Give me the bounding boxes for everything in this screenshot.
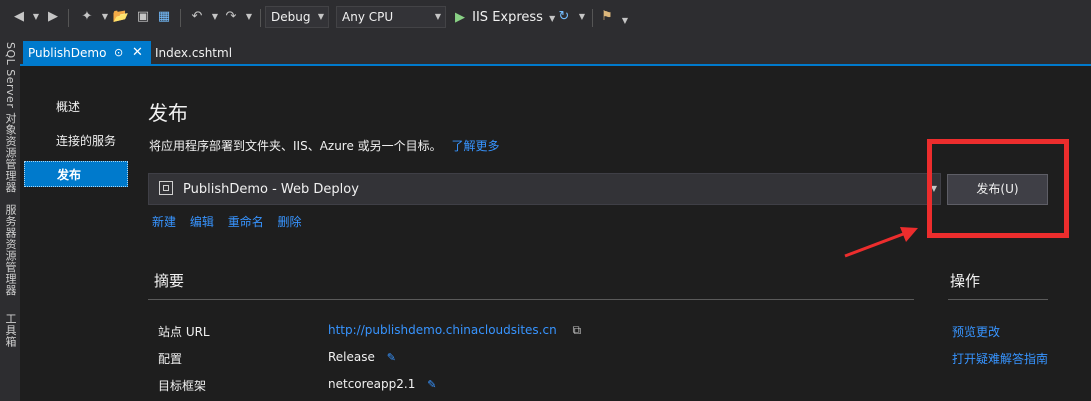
nav-item-connected-services[interactable]: 连接的服务 — [24, 128, 128, 154]
configuration-setting: Release — [328, 350, 375, 364]
chevron-down-icon[interactable]: ▼ — [573, 8, 591, 26]
find-in-files-icon[interactable]: ⚑ — [598, 8, 616, 26]
troubleshooting-guide-link[interactable]: 打开疑难解答指南 — [952, 350, 1048, 367]
tab-publishdemo[interactable]: PublishDemo ⊙ ✕ — [23, 41, 151, 66]
chevron-down-icon: ▼ — [317, 12, 324, 21]
open-folder-icon[interactable]: 📂 — [112, 8, 130, 26]
target-framework-label: 目标框架 — [158, 379, 207, 393]
vertical-scrollbar[interactable] — [1077, 66, 1091, 401]
play-icon: ▶ — [455, 10, 465, 25]
nav-item-publish[interactable]: 发布 — [24, 161, 128, 187]
page-description: 将应用程序部署到文件夹、IIS、Azure 或另一个目标。 了解更多 — [149, 137, 500, 154]
toolbar-separator — [68, 9, 69, 27]
new-project-icon[interactable]: ✦ — [78, 8, 96, 26]
tab-index-cshtml[interactable]: Index.cshtml — [155, 41, 232, 66]
page-title: 发布 — [148, 101, 188, 125]
document-tab-bar: PublishDemo ⊙ ✕ Index.cshtml — [20, 38, 1091, 66]
toolbar-separator — [180, 9, 181, 27]
save-all-icon[interactable]: ▦ — [155, 8, 173, 26]
copy-icon[interactable]: ⧉ — [573, 323, 582, 337]
toolbar-separator — [592, 9, 593, 27]
forward-icon[interactable]: ▶ — [44, 8, 62, 26]
configuration-row: Release ✎ — [328, 350, 396, 364]
publish-profile-dropdown[interactable]: PublishDemo - Web Deploy ▼ — [148, 173, 941, 205]
pin-icon[interactable]: ⊙ — [114, 41, 123, 65]
site-url-row: http://publishdemo.chinacloudsites.cn ⧉ — [328, 323, 581, 338]
highlight-box — [927, 139, 1069, 238]
tab-underline — [20, 64, 1091, 66]
save-icon[interactable]: ▣ — [134, 8, 152, 26]
web-deploy-icon — [159, 181, 173, 195]
chevron-down-icon[interactable]: ▼ — [240, 8, 258, 26]
refresh-icon[interactable]: ↻ — [555, 8, 573, 26]
undo-icon[interactable]: ↶ — [188, 8, 206, 26]
nav-item-overview[interactable]: 概述 — [24, 94, 128, 120]
rename-profile-link[interactable]: 重命名 — [228, 215, 264, 229]
tab-label: PublishDemo — [28, 46, 107, 60]
description-text: 将应用程序部署到文件夹、IIS、Azure 或另一个目标。 — [149, 139, 442, 153]
toolbar-separator — [260, 9, 261, 27]
edit-profile-link[interactable]: 编辑 — [190, 215, 214, 229]
site-url-link[interactable]: http://publishdemo.chinacloudsites.cn — [328, 323, 557, 337]
operations-heading: 操作 — [950, 272, 981, 290]
run-button[interactable]: ▶ IIS Express ▼ — [455, 7, 555, 29]
chevron-down-icon: ▼ — [434, 12, 441, 21]
target-framework-row: netcoreapp2.1 ✎ — [328, 377, 436, 391]
publish-profile-value: PublishDemo - Web Deploy — [183, 182, 359, 197]
target-framework-setting: netcoreapp2.1 — [328, 377, 416, 391]
edit-pencil-icon[interactable]: ✎ — [387, 351, 396, 364]
platform-dropdown[interactable]: Any CPU ▼ — [336, 6, 446, 28]
configuration-dropdown[interactable]: Debug ▼ — [265, 6, 329, 28]
edit-pencil-icon[interactable]: ✎ — [427, 378, 436, 391]
configuration-label: 配置 — [158, 352, 183, 366]
tool-window-strip: SQL Server 对象资源管理器 服务器资源管理器 工具箱 — [0, 38, 20, 401]
chevron-down-icon[interactable]: ▼ — [27, 8, 45, 26]
profile-actions: 新建 编辑 重命名 删除 — [152, 213, 312, 230]
summary-heading: 摘要 — [154, 272, 185, 290]
run-target-label: IIS Express — [472, 10, 543, 25]
annotation-arrow-icon — [844, 227, 918, 258]
redo-icon[interactable]: ↷ — [222, 8, 240, 26]
delete-profile-link[interactable]: 删除 — [278, 215, 302, 229]
server-explorer-tab[interactable]: 服务器资源管理器 — [2, 204, 18, 296]
toolbar: ◀ ▼ ▶ ✦ ▼ 📂 ▣ ▦ ↶ ▼ ↷ ▼ Debug ▼ Any CPU … — [0, 0, 1091, 38]
new-profile-link[interactable]: 新建 — [152, 215, 176, 229]
operations-divider — [948, 299, 1048, 300]
sql-server-object-explorer-tab[interactable]: SQL Server 对象资源管理器 — [2, 42, 18, 193]
toolbar-options-icon[interactable]: ▼ — [616, 12, 634, 30]
configuration-value: Debug — [271, 10, 311, 24]
close-icon[interactable]: ✕ — [132, 41, 143, 65]
toolbox-tab[interactable]: 工具箱 — [2, 313, 18, 348]
learn-more-link[interactable]: 了解更多 — [452, 139, 500, 153]
summary-divider — [148, 299, 914, 300]
site-url-label: 站点 URL — [158, 325, 210, 339]
platform-value: Any CPU — [342, 10, 394, 24]
back-icon[interactable]: ◀ — [10, 8, 28, 26]
preview-changes-link[interactable]: 预览更改 — [952, 323, 1000, 340]
